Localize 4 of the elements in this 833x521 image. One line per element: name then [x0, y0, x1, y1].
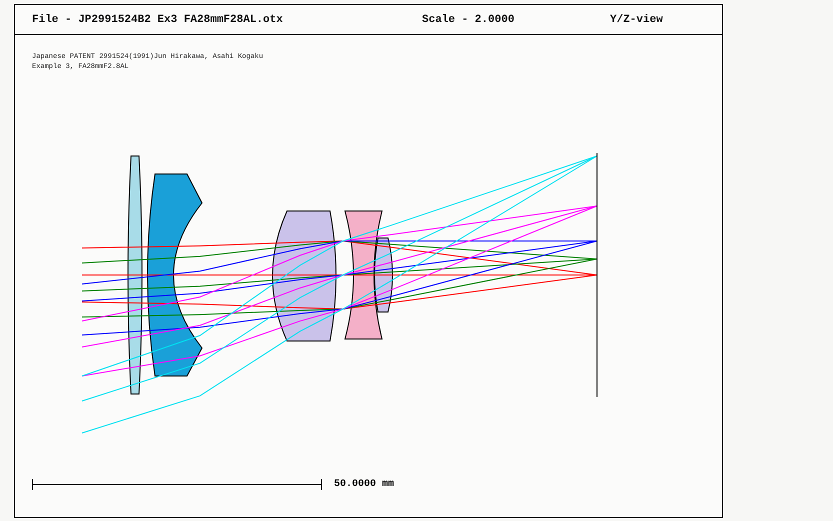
scale-bar-label: 50.0000 mm: [334, 478, 394, 490]
view-label: Y/Z-view: [610, 14, 663, 26]
file-title: File - JP2991524B2 Ex3 FA28mmF28AL.otx: [32, 14, 284, 26]
scale-label: Scale - 2.0000: [422, 14, 516, 26]
